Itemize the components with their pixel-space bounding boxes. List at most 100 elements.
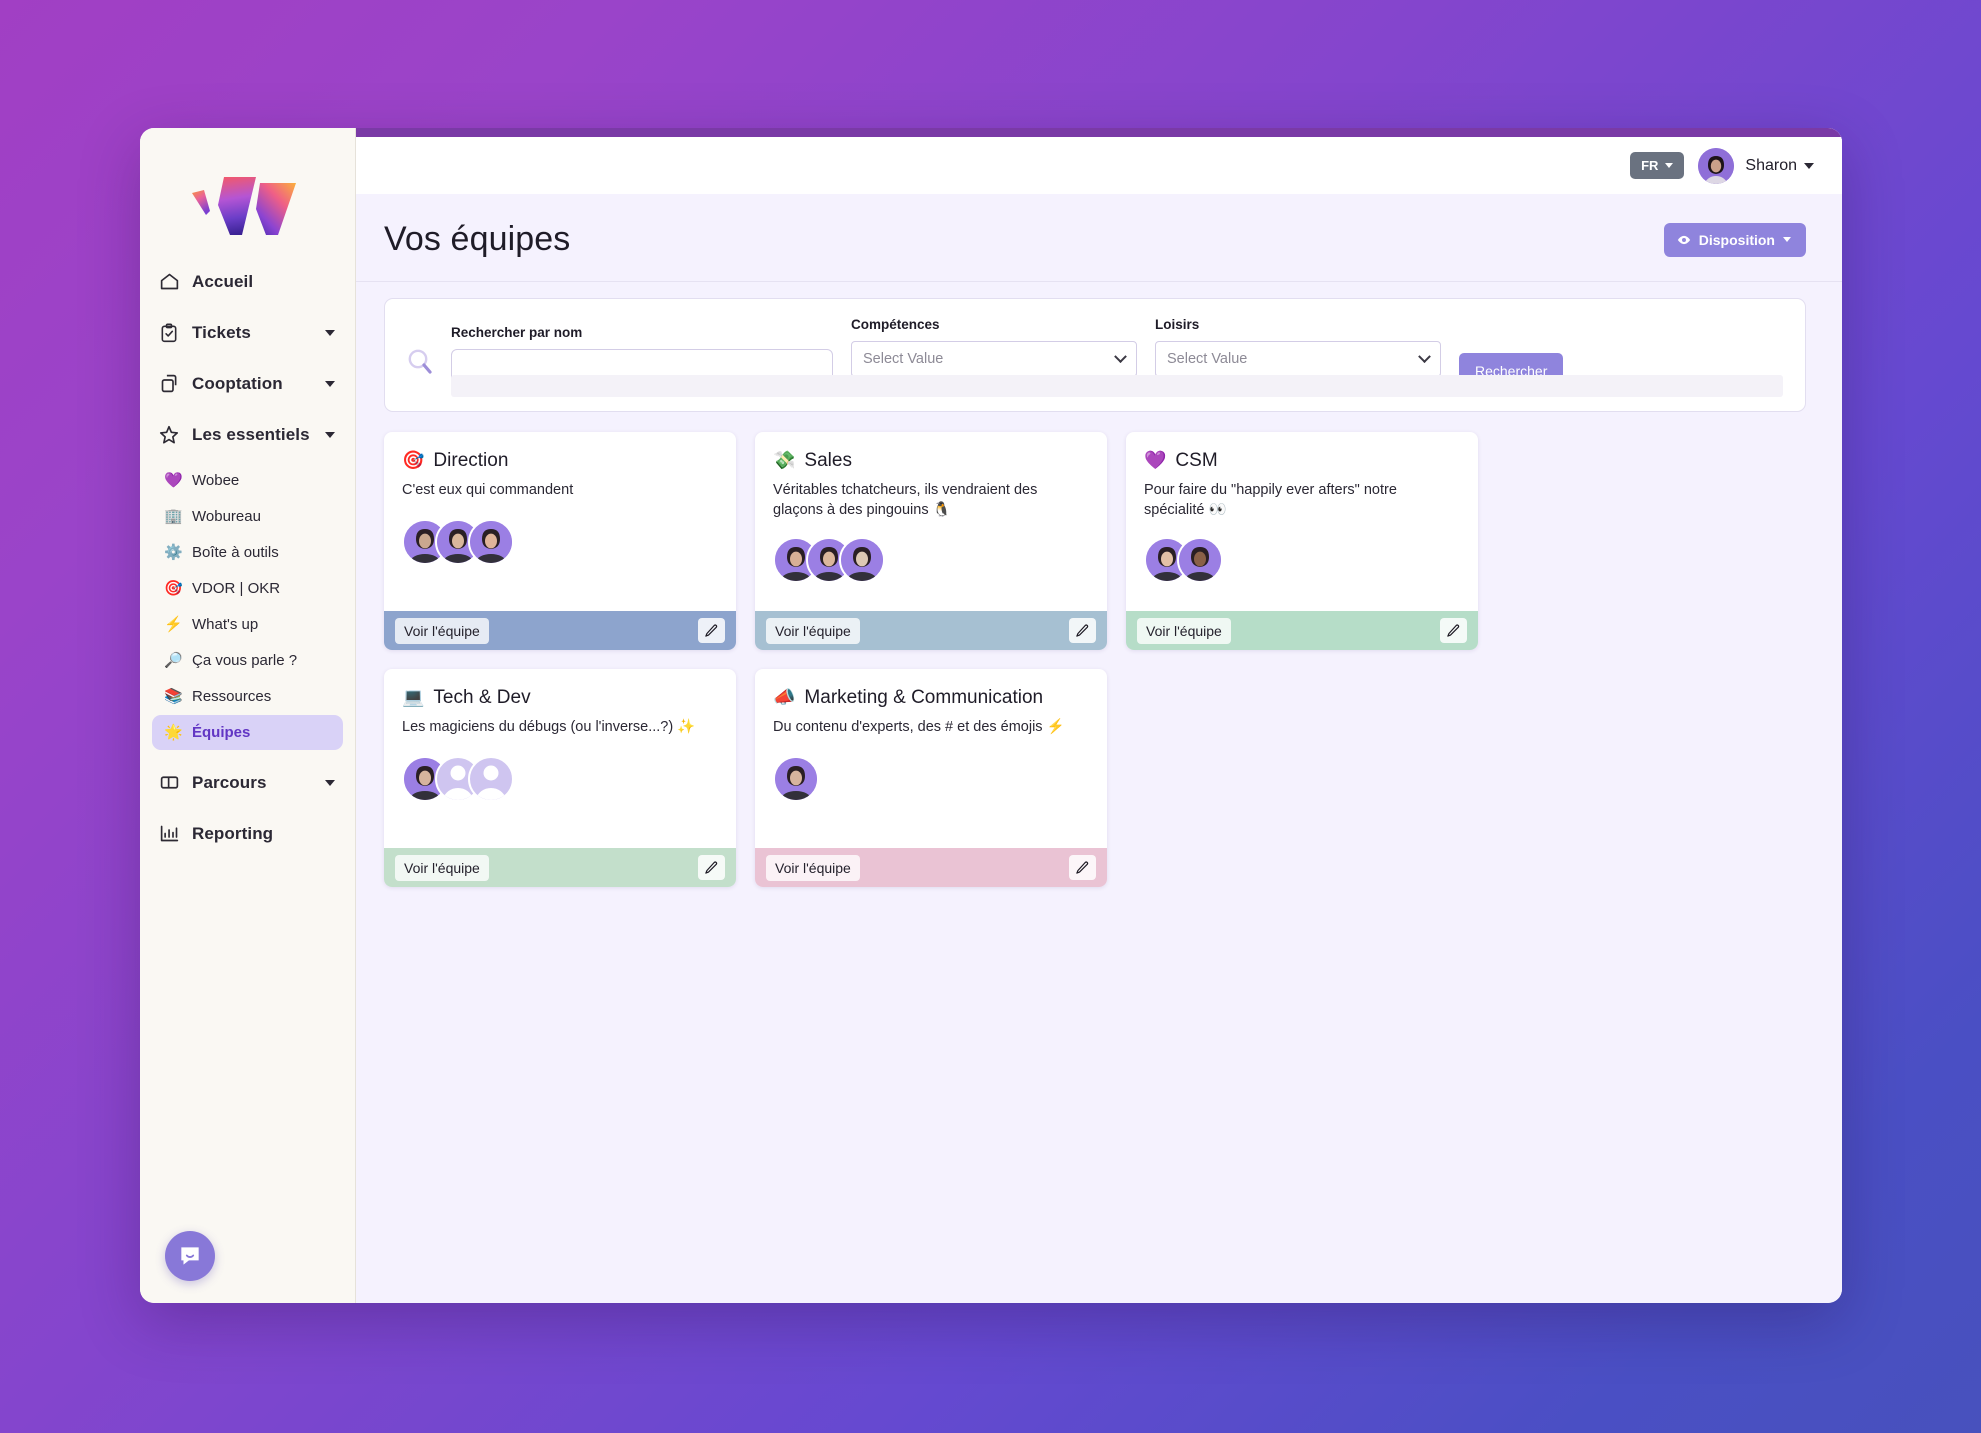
name-field-label: Rechercher par nom — [451, 325, 583, 340]
home-icon — [158, 271, 180, 293]
glowing-star-icon: 🌟 — [164, 724, 183, 741]
clipboard-icon — [158, 322, 180, 344]
pencil-icon — [705, 861, 718, 874]
hobbies-select[interactable]: Select Value — [1155, 341, 1441, 377]
avatar[interactable] — [1177, 536, 1223, 583]
layout-icon — [158, 772, 180, 794]
team-card-body: 💜 CSM Pour faire du "happily ever afters" … — [1126, 432, 1478, 611]
sidebar-subitem-label: VDOR | OKR — [192, 580, 281, 597]
team-card-footer: Voir l'équipe — [1126, 611, 1478, 650]
team-card-body: 📣 Marketing & Communication Du contenu d'e… — [755, 669, 1107, 848]
avatar-image — [470, 521, 512, 564]
avatar[interactable] — [468, 519, 514, 566]
team-member-avatars — [402, 519, 718, 566]
team-description: Pour faire du "happily ever afters" notr… — [1144, 482, 1397, 519]
sidebar-item-label: Accueil — [192, 271, 254, 291]
topbar: FR Sharon — [356, 137, 1842, 194]
chevron-down-icon[interactable] — [325, 329, 335, 336]
team-card[interactable]: 🎯 Direction C'est eux qui commandent Voir l… — [384, 432, 736, 650]
panel-underline — [451, 375, 1783, 397]
avatar-image — [1179, 538, 1221, 581]
team-card[interactable]: 💸 Sales Véritables tchatcheurs, ils vendra… — [755, 432, 1107, 650]
team-name: Marketing & Communication — [804, 687, 1044, 708]
sidebar-subitem-vdor-okr[interactable]: 🎯 VDOR | OKR — [152, 571, 343, 606]
sidebar-subitem-ca-vous-parle[interactable]: 🔎 Ça vous parle ? — [152, 643, 343, 678]
view-team-button[interactable]: Voir l'équipe — [395, 617, 489, 644]
team-description: Les magiciens du débugs (ou l'inverse...… — [402, 719, 696, 736]
team-name: Direction — [433, 450, 509, 471]
chevron-down-icon[interactable] — [325, 380, 335, 387]
team-card[interactable]: 💜 CSM Pour faire du "happily ever afters" … — [1126, 432, 1478, 650]
view-team-button[interactable]: Voir l'équipe — [1137, 617, 1231, 644]
sidebar: Accueil Tickets Cooptation Les essentiel… — [140, 128, 356, 1303]
edit-team-button[interactable] — [1069, 618, 1096, 643]
sidebar-subitem-label: Équipes — [192, 724, 251, 741]
team-card-title: 💸 Sales — [773, 449, 1089, 472]
office-building-icon: 🏢 — [164, 508, 183, 525]
sidebar-subitem-label: Wobee — [192, 472, 240, 489]
sidebar-item-accueil[interactable]: Accueil — [140, 256, 355, 307]
chat-bubble-button[interactable] — [165, 1231, 215, 1281]
language-selector[interactable]: FR — [1630, 152, 1685, 179]
sidebar-subitem-equipes[interactable]: 🌟 Équipes — [152, 715, 343, 750]
page-header: Vos équipes Disposition — [356, 194, 1842, 282]
disposition-button[interactable]: Disposition — [1663, 222, 1806, 257]
team-card-footer: Voir l'équipe — [384, 848, 736, 887]
sidebar-item-reporting[interactable]: Reporting — [140, 808, 355, 859]
top-accent-strip — [356, 128, 1842, 137]
user-name: Sharon — [1745, 157, 1816, 175]
books-icon: 📚 — [164, 688, 183, 705]
team-card-footer: Voir l'équipe — [755, 611, 1107, 650]
edit-team-button[interactable] — [1440, 618, 1467, 643]
chevron-down-icon[interactable] — [325, 431, 335, 438]
teams-grid: 🎯 Direction C'est eux qui commandent Voir l… — [356, 412, 1842, 887]
search-icon-cell — [405, 317, 451, 391]
team-card[interactable]: 💻 Tech & Dev Les magiciens du débugs (ou l… — [384, 669, 736, 887]
avatar[interactable] — [773, 756, 819, 803]
sidebar-item-cooptation[interactable]: Cooptation — [140, 358, 355, 409]
team-card-title: 🎯 Direction — [402, 449, 718, 472]
view-team-button[interactable]: Voir l'équipe — [766, 854, 860, 881]
team-member-avatars — [773, 536, 1089, 583]
wobee-logo[interactable] — [140, 132, 355, 248]
user-menu[interactable]: Sharon — [1698, 147, 1816, 184]
purple-heart-icon: 💜 — [164, 472, 183, 489]
edit-team-button[interactable] — [1069, 855, 1096, 880]
sidebar-subitem-boite-a-outils[interactable]: ⚙️ Boîte à outils — [152, 535, 343, 570]
lightning-icon: ⚡ — [164, 616, 183, 633]
team-emoji-icon: 💻 — [402, 687, 425, 707]
sidebar-subitem-wobee[interactable]: 💜 Wobee — [152, 463, 343, 498]
app-window: Accueil Tickets Cooptation Les essentiel… — [140, 128, 1842, 1303]
edit-team-button[interactable] — [698, 855, 725, 880]
team-card-body: 🎯 Direction C'est eux qui commandent — [384, 432, 736, 611]
team-card-title: 📣 Marketing & Communication — [773, 686, 1089, 709]
team-card[interactable]: 📣 Marketing & Communication Du contenu d'e… — [755, 669, 1107, 887]
sidebar-subitem-label: Ça vous parle ? — [192, 652, 298, 669]
team-card-body: 💻 Tech & Dev Les magiciens du débugs (ou l… — [384, 669, 736, 848]
avatar — [1698, 147, 1735, 184]
team-name: Sales — [804, 450, 852, 471]
sidebar-item-tickets[interactable]: Tickets — [140, 307, 355, 358]
team-card-footer: Voir l'équipe — [384, 611, 736, 650]
view-team-button[interactable]: Voir l'équipe — [766, 617, 860, 644]
avatar-placeholder[interactable] — [468, 756, 514, 803]
sidebar-item-parcours[interactable]: Parcours — [140, 757, 355, 808]
bar-chart-icon — [158, 823, 180, 845]
sidebar-item-label: Cooptation — [192, 373, 283, 393]
pencil-icon — [1447, 624, 1460, 637]
sidebar-item-les-essentiels[interactable]: Les essentiels — [140, 409, 355, 460]
sidebar-subitem-ressources[interactable]: 📚 Ressources — [152, 679, 343, 714]
chevron-down-icon — [1665, 163, 1674, 168]
sidebar-subitem-whats-up[interactable]: ⚡ What's up — [152, 607, 343, 642]
chevron-down-icon[interactable] — [325, 779, 335, 786]
skills-select[interactable]: Select Value — [851, 341, 1137, 377]
avatar[interactable] — [839, 536, 885, 583]
edit-team-button[interactable] — [698, 618, 725, 643]
sidebar-subitem-label: What's up — [192, 616, 259, 633]
sidebar-item-label: Reporting — [192, 823, 274, 843]
chevron-down-icon — [1783, 237, 1791, 242]
sidebar-subitem-label: Wobureau — [192, 508, 261, 525]
person-silhouette-icon — [475, 765, 507, 801]
view-team-button[interactable]: Voir l'équipe — [395, 854, 489, 881]
sidebar-subitem-wobureau[interactable]: 🏢 Wobureau — [152, 499, 343, 534]
